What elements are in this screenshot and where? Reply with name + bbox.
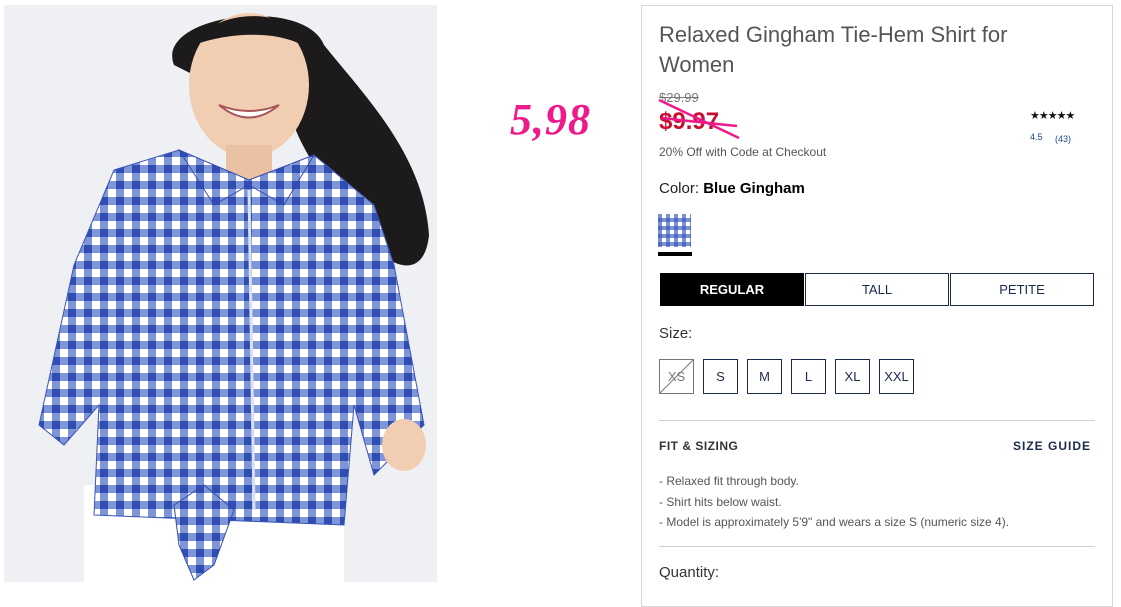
size-label-s: S [716, 369, 725, 384]
promo-text: 20% Off with Code at Checkout [659, 145, 827, 159]
review-count-link[interactable]: (43) [1055, 134, 1071, 144]
swatch-selected-indicator [658, 252, 692, 256]
size-selector: XS S M L XL XXL [659, 359, 923, 394]
fit-tabs: REGULAR TALL PETITE [660, 273, 1095, 306]
tab-petite[interactable]: PETITE [950, 273, 1094, 306]
sale-price: $9.97 [659, 108, 720, 135]
size-guide-link[interactable]: SIZE GUIDE [1013, 439, 1091, 453]
unavailable-strike-icon [660, 360, 693, 393]
size-option-xs[interactable]: XS [659, 359, 694, 394]
size-label: Size: [659, 325, 693, 342]
color-label-row: Color: Blue Gingham [659, 180, 805, 197]
divider [659, 546, 1095, 547]
fit-details-list: Relaxed fit through body. Shirt hits bel… [659, 471, 1009, 533]
size-option-xl[interactable]: XL [835, 359, 870, 394]
product-photo-illustration [4, 5, 437, 582]
color-swatch-blue-gingham[interactable] [658, 214, 691, 247]
original-price: $29.99 [659, 90, 699, 105]
tab-tall[interactable]: TALL [805, 273, 949, 306]
size-option-s[interactable]: S [703, 359, 738, 394]
product-image[interactable] [4, 5, 437, 582]
color-value: Blue Gingham [703, 180, 805, 197]
fit-sizing-heading[interactable]: FIT & SIZING [659, 439, 738, 453]
size-label-xl: XL [844, 369, 861, 384]
list-item: Model is approximately 5'9" and wears a … [659, 512, 1009, 533]
size-option-m[interactable]: M [747, 359, 782, 394]
size-option-l[interactable]: L [791, 359, 826, 394]
rating-stars-icon[interactable]: ★★★★★ [1030, 109, 1075, 122]
rating-value: 4.5 [1030, 132, 1043, 142]
size-label-m: M [759, 369, 770, 384]
tab-regular[interactable]: REGULAR [660, 273, 804, 306]
quantity-label: Quantity: [659, 564, 720, 581]
list-item: Relaxed fit through body. [659, 471, 1009, 492]
divider [659, 420, 1095, 421]
product-title: Relaxed Gingham Tie-Hem Shirt for Women [659, 22, 1008, 77]
color-label: Color: [659, 180, 700, 197]
product-details-panel: Relaxed Gingham Tie-Hem Shirt for Women … [641, 5, 1113, 607]
list-item: Shirt hits below waist. [659, 492, 1009, 513]
size-option-xxl[interactable]: XXL [879, 359, 914, 394]
size-label-l: L [804, 369, 813, 384]
size-label-xxl: XXL [884, 369, 909, 384]
price-annotation: 5,98 [510, 95, 591, 144]
